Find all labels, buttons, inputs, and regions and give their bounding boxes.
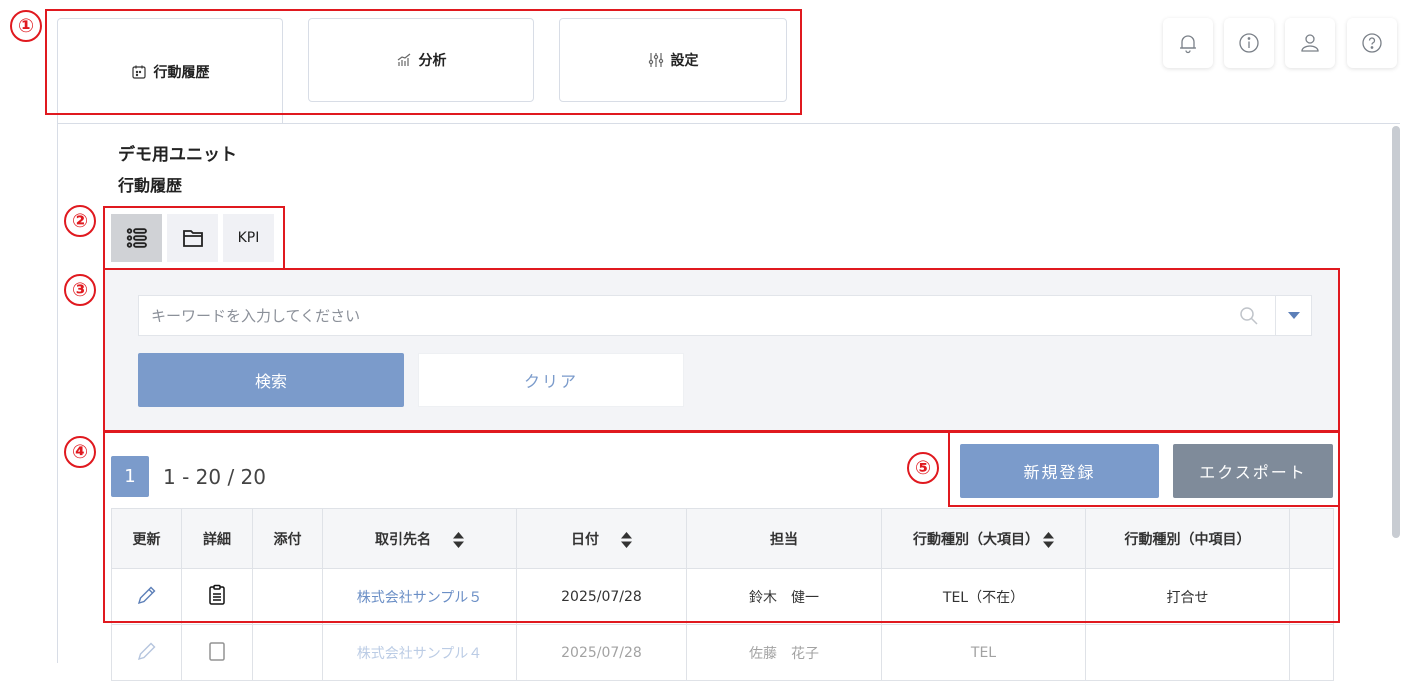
scrollbar[interactable]	[1392, 126, 1400, 538]
date-cell: 2025/07/28	[516, 624, 687, 681]
bell-icon	[1180, 35, 1196, 54]
attachment-cell	[252, 624, 323, 681]
user-icon	[1301, 34, 1319, 52]
edit-cell	[111, 624, 182, 681]
info-button[interactable]	[1224, 18, 1274, 68]
table-row: 株式会社サンプル４ 2025/07/28 佐藤 花子 TEL	[111, 624, 1334, 681]
annotation-number-5: ⑤	[907, 452, 939, 484]
annotation-number-1: ①	[10, 10, 42, 42]
annotation-number-4: ④	[64, 436, 96, 468]
company-cell[interactable]: 株式会社サンプル４	[322, 624, 517, 681]
user-button[interactable]	[1285, 18, 1335, 68]
annotation-box-2	[103, 206, 285, 270]
type-mid-cell	[1085, 624, 1290, 681]
help-icon	[1362, 33, 1382, 53]
detail-cell	[181, 624, 253, 681]
person-cell: 佐藤 花子	[686, 624, 882, 681]
extra-cell	[1289, 624, 1334, 681]
type-major-cell: TEL	[881, 624, 1086, 681]
annotation-box-3	[103, 268, 1340, 432]
clipboard-icon[interactable]	[207, 641, 227, 666]
unit-name: デモ用ユニット	[118, 145, 237, 165]
annotation-number-3: ③	[64, 274, 96, 306]
notifications-button[interactable]	[1163, 18, 1213, 68]
pencil-icon[interactable]	[135, 642, 159, 667]
annotation-box-5	[948, 431, 1340, 507]
annotation-number-2: ②	[64, 205, 96, 237]
page-title: 行動履歴	[118, 176, 183, 195]
help-button[interactable]	[1347, 18, 1397, 68]
annotation-box-1	[45, 9, 802, 115]
company-link[interactable]: 株式会社サンプル４	[357, 646, 483, 662]
info-icon	[1239, 33, 1259, 53]
